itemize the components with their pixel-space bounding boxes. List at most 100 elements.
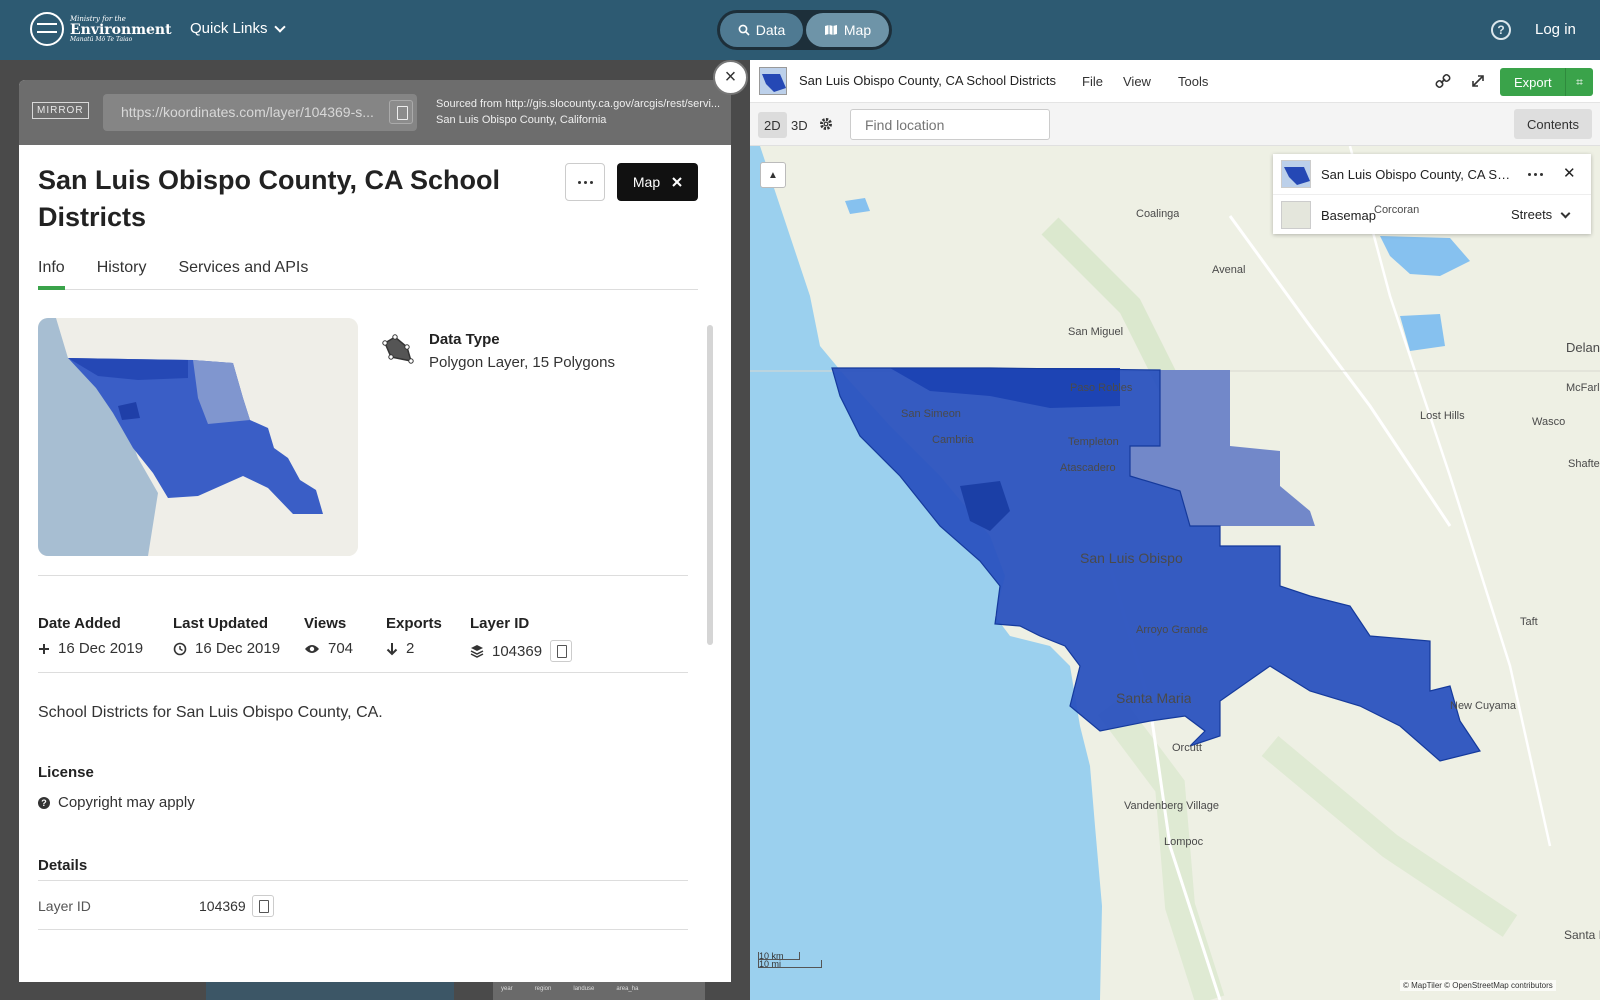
layer-title: San Luis Obispo County, CA School Distri…	[38, 165, 501, 232]
license-heading: License	[38, 764, 94, 781]
data-toggle-button[interactable]: Data	[720, 13, 803, 47]
map-place-label: Santa Maria	[1116, 690, 1192, 706]
compass-icon[interactable]: ▲	[760, 162, 786, 188]
map-place-label: Coalinga	[1136, 208, 1180, 220]
layer-url-field[interactable]: https://koordinates.com/layer/104369-s..…	[103, 94, 417, 131]
divider	[38, 575, 688, 576]
exports-value: 2	[406, 640, 415, 657]
scale-mi: 10 mi	[758, 960, 822, 969]
map-toggle-button[interactable]: Map	[806, 13, 889, 47]
remove-from-map-button[interactable]: Map	[617, 163, 698, 201]
copy-icon[interactable]	[550, 640, 573, 662]
map-place-label: Arroyo Grande	[1136, 624, 1209, 636]
map-attribution[interactable]: © MapTiler © OpenStreetMap contributors	[1400, 980, 1556, 991]
layer-thumbnail	[38, 318, 358, 556]
divider	[38, 672, 688, 673]
basemap-style-select[interactable]: Streets	[1511, 207, 1571, 222]
login-link[interactable]: Log in	[1535, 21, 1576, 38]
more-options-button[interactable]	[565, 163, 605, 201]
menu-view[interactable]: View	[1123, 74, 1151, 89]
expand-icon[interactable]	[1470, 73, 1486, 89]
date-added-value: 16 Dec 2019	[58, 640, 144, 657]
link-icon[interactable]	[1435, 73, 1451, 89]
contents-button[interactable]: Contents	[1514, 109, 1592, 139]
quick-links-dropdown[interactable]: Quick Links	[190, 20, 286, 37]
logo-text: Ministry for the Environment Manatū Mō T…	[70, 15, 172, 43]
map-place-label: Vandenberg Village	[1124, 800, 1220, 812]
dot	[1534, 173, 1537, 176]
map-canvas[interactable]: ▲ San Luis Obispo County, CA School Dist…	[750, 146, 1600, 1000]
source-url: Sourced from http://gis.slocounty.ca.gov…	[436, 98, 721, 110]
mode-3d-button[interactable]: 3D	[785, 112, 814, 138]
bg-table-header: year	[501, 986, 513, 992]
stat-value: 16 Dec 2019	[38, 640, 143, 657]
layers-icon	[470, 645, 484, 658]
top-navigation-bar: Ministry for the Environment Manatū Mō T…	[0, 0, 1600, 60]
basemap-style: Streets	[1511, 207, 1553, 222]
remove-layer-icon[interactable]: ✕	[1563, 164, 1576, 182]
map-layers-panel: San Luis Obispo County, CA School Distri…	[1273, 154, 1591, 234]
tab-history[interactable]: History	[97, 250, 147, 289]
export-label: Export	[1514, 74, 1552, 90]
find-location-input[interactable]	[850, 109, 1050, 140]
close-panel-button[interactable]: ×	[713, 60, 748, 95]
mode-2d-button[interactable]: 2D	[758, 112, 787, 138]
menu-tools[interactable]: Tools	[1178, 74, 1208, 89]
thumbnail-map	[38, 318, 358, 556]
stat-label: Layer ID	[470, 615, 530, 632]
copy-icon[interactable]	[389, 100, 413, 124]
chevron-down-icon	[1560, 208, 1571, 218]
stat-label: Exports	[386, 615, 442, 632]
history-icon	[173, 642, 187, 655]
source-location: San Luis Obispo County, California	[436, 114, 607, 126]
layer-more-icon[interactable]	[1528, 173, 1543, 176]
map-place-label: Delano	[1566, 340, 1600, 355]
license-value: ? Copyright may apply	[38, 794, 195, 811]
basemap-row[interactable]: Basemap Streets	[1273, 194, 1591, 234]
stat-value: 104369	[470, 640, 573, 662]
logo-mark-icon	[30, 12, 64, 46]
ministry-logo[interactable]: Ministry for the Environment Manatū Mō T…	[30, 12, 172, 46]
help-icon[interactable]: ?	[1491, 20, 1511, 40]
detail-layer-id: 104369	[199, 898, 246, 914]
menu-file[interactable]: File	[1082, 74, 1103, 89]
layer-url-text: https://koordinates.com/layer/104369-s..…	[121, 104, 374, 120]
map-toolbar: San Luis Obispo County, CA School Distri…	[750, 60, 1600, 103]
basemap-thumbnail-icon	[1281, 201, 1311, 229]
map-place-label: New Cuyama	[1450, 700, 1517, 712]
background-table-preview: year region landuse area_ha	[493, 982, 705, 1000]
dot	[583, 180, 587, 184]
copy-icon[interactable]	[251, 895, 274, 917]
question-icon: ?	[38, 796, 50, 809]
tab-info[interactable]: Info	[38, 250, 65, 290]
stat-value: 2	[386, 640, 442, 657]
divider	[38, 929, 688, 930]
stat-last-updated: Last Updated 16 Dec 2019	[173, 615, 280, 657]
map-subtoolbar: 2D 3D Contents	[750, 103, 1600, 146]
last-updated-value: 16 Dec 2019	[195, 640, 281, 657]
export-button[interactable]: Export ⌗	[1500, 68, 1593, 96]
bg-table-header: landuse	[573, 986, 595, 992]
logo-line-3: Manatū Mō Te Taiao	[70, 35, 133, 43]
map-place-label: Santa Barbara	[1564, 928, 1600, 942]
map-place-label: Corcoran	[1374, 204, 1420, 216]
background-map-preview	[206, 982, 454, 1000]
panel-scrollbar[interactable]	[707, 325, 713, 645]
data-map-toggle: Data Map	[717, 10, 892, 50]
map-scale: 10 km 10 mi	[758, 952, 822, 969]
stat-layer-id: Layer ID 104369	[470, 615, 573, 662]
detail-value: 104369	[199, 895, 274, 917]
dot	[1528, 173, 1531, 176]
map-icon	[824, 25, 837, 35]
crop-icon[interactable]: ⌗	[1565, 68, 1593, 96]
map-place-label: Paso Robles	[1070, 382, 1133, 394]
mirror-badge: MIRROR	[32, 102, 89, 119]
details-heading: Details	[38, 857, 88, 874]
layer-row[interactable]: San Luis Obispo County, CA School Distri…	[1273, 154, 1591, 194]
layer-thumbnail-icon	[759, 67, 787, 95]
gear-icon[interactable]	[819, 117, 833, 131]
divider	[38, 880, 688, 881]
polygon-icon	[382, 334, 414, 364]
layer-name: San Luis Obispo County, CA School Distri…	[1321, 167, 1516, 182]
tab-services-and-apis[interactable]: Services and APIs	[178, 250, 308, 289]
